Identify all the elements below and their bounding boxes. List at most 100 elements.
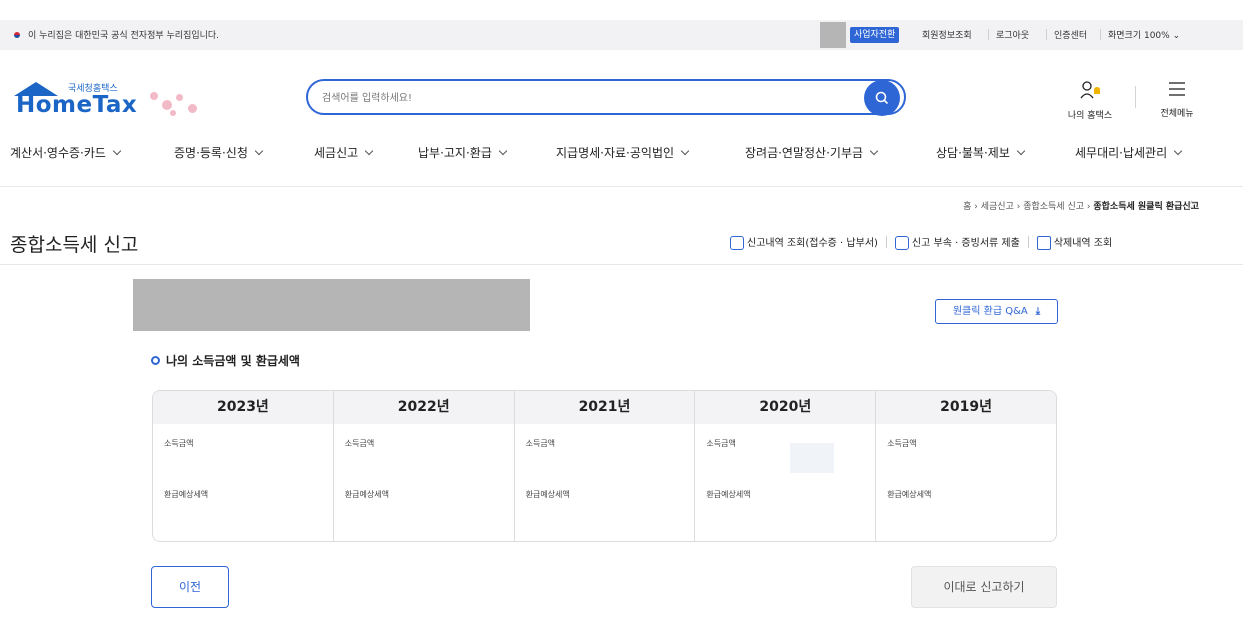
nav-item-label: 장려금·연말정산·기부금 xyxy=(745,146,864,160)
prev-button[interactable]: 이전 xyxy=(151,566,229,608)
chevron-down-icon: ⌄ xyxy=(1172,31,1181,41)
attach-link[interactable]: 신고 부속 · 증빙서류 제출 xyxy=(912,234,1020,249)
divider xyxy=(885,235,887,248)
download-icon: ⤓ xyxy=(1035,306,1041,317)
nav-item-tax-return[interactable]: 세금신고 xyxy=(314,144,374,161)
taegeuk-icon xyxy=(10,30,24,40)
nav-item-label: 증명·등록·신청 xyxy=(174,146,248,160)
blossom-decoration xyxy=(188,104,197,113)
all-menu-button[interactable]: 전체메뉴 xyxy=(1152,80,1202,119)
logo-wordmark: HomeTax xyxy=(16,92,138,118)
cert-center-link[interactable]: 인증센터 xyxy=(1054,28,1087,41)
search-icon xyxy=(875,91,889,105)
qa-button-label: 원클릭 환급 Q&A xyxy=(952,306,1028,317)
nav-item-invoice[interactable]: 계산서·영수증·카드 xyxy=(10,144,122,161)
year-header: 2020년 xyxy=(695,391,876,424)
user-bell-icon xyxy=(1080,81,1100,99)
redacted-block xyxy=(133,279,530,331)
main-nav: 계산서·영수증·카드 증명·등록·신청 세금신고 납부·고지·환급 지급명세·자… xyxy=(0,138,1243,178)
star-icon[interactable]: ☆ xyxy=(1186,198,1197,212)
my-hometax-label: 나의 홈택스 xyxy=(1067,111,1113,121)
chevron-down-icon xyxy=(1173,146,1183,156)
search-bar xyxy=(306,79,906,115)
history-link[interactable]: 신고내역 조회(접수증 · 납부서) xyxy=(747,234,878,249)
business-switch-button[interactable]: 사업자전환 xyxy=(850,27,900,43)
divider xyxy=(1027,235,1029,248)
breadcrumb: 홈 › 세금신고 › 종합소득세 신고 › 종합소득세 원클릭 환급신고 xyxy=(963,199,1199,212)
chevron-down-icon xyxy=(869,146,879,156)
chevron-down-icon xyxy=(364,146,374,156)
refund-label: 환급예상세액 xyxy=(525,490,570,499)
blossom-decoration xyxy=(162,100,172,110)
logout-link[interactable]: 로그아웃 xyxy=(996,28,1029,41)
chevron-down-icon xyxy=(112,146,122,156)
blossom-decoration xyxy=(170,110,176,116)
year-column: 2020년 소득금액 환급예상세액 xyxy=(695,391,877,541)
nav-item-label: 계산서·영수증·카드 xyxy=(10,146,106,160)
nav-item-consult[interactable]: 상담·불복·제보 xyxy=(936,144,1026,161)
nav-item-label: 상담·불복·제보 xyxy=(936,146,1010,160)
breadcrumb-level2[interactable]: 종합소득세 신고 xyxy=(1023,202,1084,212)
chevron-down-icon xyxy=(680,146,690,156)
nav-item-label: 납부·고지·환급 xyxy=(418,146,492,160)
my-hometax-link[interactable]: 나의 홈택스 xyxy=(1060,80,1120,121)
year-header: 2021년 xyxy=(514,391,695,424)
divider xyxy=(1100,29,1101,40)
nav-item-statements[interactable]: 지급명세·자료·공익법인 xyxy=(556,144,690,161)
redacted-block xyxy=(820,22,846,48)
document-upload-icon xyxy=(894,235,909,250)
blossom-decoration xyxy=(176,94,183,101)
year-header: 2023년 xyxy=(153,391,333,424)
income-label: 소득금액 xyxy=(887,439,917,448)
year-column: 2019년 소득금액 환급예상세액 xyxy=(876,391,1056,541)
submit-return-button[interactable]: 이대로 신고하기 xyxy=(911,566,1057,608)
year-summary-table: 2023년 소득금액 환급예상세액 2022년 소득금액 환급예상세액 2021… xyxy=(152,390,1057,542)
hamburger-icon xyxy=(1169,82,1185,96)
page-actions: 신고내역 조회(접수증 · 납부서) 신고 부속 · 증빙서류 제출 삭제내역 … xyxy=(730,234,1112,250)
refund-label: 환급예상세액 xyxy=(164,490,209,499)
deleted-link[interactable]: 삭제내역 조회 xyxy=(1054,234,1112,249)
member-info-link[interactable]: 회원정보조회 xyxy=(922,28,972,41)
income-label: 소득금액 xyxy=(344,439,375,448)
income-label: 소득금액 xyxy=(706,439,736,448)
breadcrumb-level1[interactable]: 세금신고 xyxy=(981,202,1014,212)
divider xyxy=(1135,86,1136,108)
all-menu-label: 전체메뉴 xyxy=(1160,109,1194,119)
search-input[interactable] xyxy=(322,89,862,107)
chevron-down-icon xyxy=(254,146,264,156)
year-column: 2021년 소득금액 환급예상세액 xyxy=(514,391,696,541)
divider xyxy=(1046,29,1047,40)
screen-size-select[interactable]: 화면크기 100% ⌄ xyxy=(1108,28,1180,41)
trash-icon xyxy=(1036,235,1051,250)
section-title: 나의 소득금액 및 환급세액 xyxy=(151,352,300,369)
divider xyxy=(0,264,1243,265)
nav-item-label: 세무대리·납세관리 xyxy=(1075,146,1168,160)
nav-item-label: 지급명세·자료·공익법인 xyxy=(556,146,675,160)
section-title-text: 나의 소득금액 및 환급세액 xyxy=(166,354,300,368)
hometax-logo[interactable]: 국세청홈택스 HomeTax xyxy=(10,78,210,122)
year-column: 2022년 소득금액 환급예상세액 xyxy=(333,391,515,541)
nav-item-incentive[interactable]: 장려금·연말정산·기부금 xyxy=(745,144,879,161)
chevron-down-icon xyxy=(1016,146,1026,156)
screen-size-label: 화면크기 100% xyxy=(1108,31,1170,41)
year-header: 2019년 xyxy=(876,391,1056,424)
year-column: 2023년 소득금액 환급예상세액 xyxy=(153,391,334,541)
qa-download-button[interactable]: 원클릭 환급 Q&A ⤓ xyxy=(935,299,1058,324)
chevron-down-icon xyxy=(498,146,508,156)
divider xyxy=(0,186,1243,187)
blossom-decoration xyxy=(150,92,158,100)
nav-item-label: 세금신고 xyxy=(314,146,359,160)
nav-item-agent[interactable]: 세무대리·납세관리 xyxy=(1075,144,1183,161)
divider xyxy=(988,29,989,40)
page-title: 종합소득세 신고 xyxy=(10,234,139,256)
breadcrumb-home[interactable]: 홈 xyxy=(963,202,971,212)
year-header: 2022년 xyxy=(333,391,514,424)
income-label: 소득금액 xyxy=(525,439,556,448)
bullet-icon xyxy=(151,356,160,365)
income-label: 소득금액 xyxy=(164,439,194,448)
gov-banner-text: 이 누리집은 대한민국 공식 전자정부 누리집입니다. xyxy=(28,31,220,41)
nav-item-payment[interactable]: 납부·고지·환급 xyxy=(418,144,508,161)
nav-item-certificate[interactable]: 증명·등록·신청 xyxy=(174,144,264,161)
search-button[interactable] xyxy=(864,80,900,116)
breadcrumb-current: 종합소득세 원클릭 환급신고 xyxy=(1093,202,1199,212)
